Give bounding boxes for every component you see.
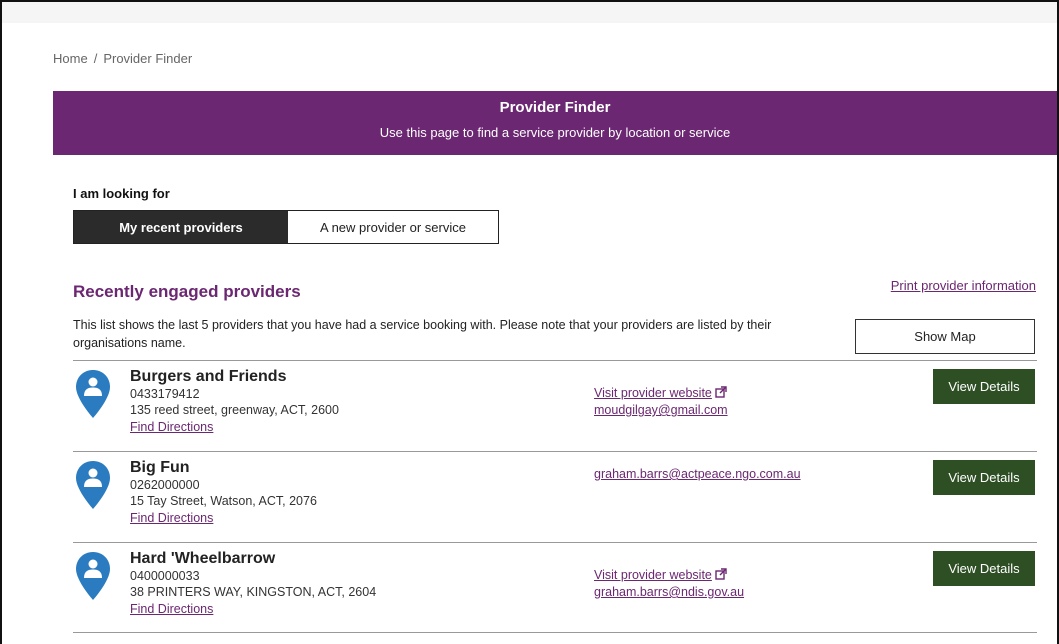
- provider-email-link[interactable]: graham.barrs@actpeace.ngo.com.au: [594, 466, 801, 483]
- breadcrumb: Home / Provider Finder: [53, 51, 192, 66]
- provider-name: Hard 'Wheelbarrow: [130, 550, 276, 567]
- provider-name: Burgers and Friends: [130, 368, 287, 385]
- provider-website-link[interactable]: Visit provider website: [594, 385, 728, 402]
- provider-address: 38 PRINTERS WAY, KINGSTON, ACT, 2604: [130, 585, 377, 599]
- provider-phone: 0433179412: [130, 387, 200, 401]
- provider-links: graham.barrs@actpeace.ngo.com.au: [594, 466, 801, 483]
- section-description: This list shows the last 5 providers tha…: [73, 318, 772, 350]
- location-pin-person-icon: [76, 552, 110, 600]
- find-directions-link[interactable]: Find Directions: [130, 601, 213, 617]
- provider-email-link[interactable]: moudgilgay@gmail.com: [594, 402, 728, 419]
- provider-email-link[interactable]: graham.barrs@ndis.gov.au: [594, 584, 744, 601]
- provider-links: Visit provider website moudgilgay@gmail.…: [594, 385, 728, 419]
- provider-website-link[interactable]: Visit provider website: [594, 567, 744, 584]
- section-title: Recently engaged providers: [73, 282, 301, 301]
- provider-info: Burgers and Friends 0433179412 135 reed …: [130, 367, 339, 436]
- provider-phone: 0400000033: [130, 569, 200, 583]
- location-pin-person-icon: [76, 461, 110, 509]
- external-link-icon: [715, 386, 727, 398]
- show-map-button[interactable]: Show Map: [855, 319, 1035, 354]
- view-details-button[interactable]: View Details: [933, 551, 1035, 586]
- breadcrumb-separator: /: [93, 51, 98, 66]
- my-recent-providers-option[interactable]: My recent providers: [74, 211, 288, 243]
- page-banner: Provider Finder Use this page to find a …: [53, 91, 1057, 155]
- find-directions-link[interactable]: Find Directions: [130, 510, 213, 526]
- breadcrumb-home-link[interactable]: Home: [53, 51, 88, 66]
- website-link-label: Visit provider website: [594, 386, 712, 400]
- find-directions-link[interactable]: Find Directions: [130, 419, 213, 435]
- view-details-button[interactable]: View Details: [933, 369, 1035, 404]
- provider-name: Big Fun: [130, 459, 190, 476]
- external-link-icon: [715, 568, 727, 580]
- view-details-button[interactable]: View Details: [933, 460, 1035, 495]
- provider-links: Visit provider website graham.barrs@ndis…: [594, 567, 744, 601]
- provider-info: Big Fun 0262000000 15 Tay Street, Watson…: [130, 458, 317, 527]
- provider-info: Hard 'Wheelbarrow 0400000033 38 PRINTERS…: [130, 549, 376, 618]
- provider-address: 135 reed street, greenway, ACT, 2600: [130, 403, 339, 417]
- search-mode-toggle: My recent providers A new provider or se…: [73, 210, 499, 244]
- provider-row: Big Fun 0262000000 15 Tay Street, Watson…: [73, 451, 1037, 542]
- new-provider-option[interactable]: A new provider or service: [288, 211, 498, 243]
- page-title: Provider Finder: [499, 99, 611, 116]
- print-provider-info-link[interactable]: Print provider information: [891, 278, 1036, 293]
- provider-list: Burgers and Friends 0433179412 135 reed …: [73, 360, 1037, 633]
- website-link-label: Visit provider website: [594, 568, 712, 582]
- provider-phone: 0262000000: [130, 478, 200, 492]
- provider-address: 15 Tay Street, Watson, ACT, 2076: [130, 494, 317, 508]
- provider-row: Hard 'Wheelbarrow 0400000033 38 PRINTERS…: [73, 542, 1037, 633]
- top-band: [2, 2, 1057, 23]
- provider-row: Burgers and Friends 0433179412 135 reed …: [73, 360, 1037, 451]
- looking-for-label: I am looking for: [73, 186, 170, 201]
- location-pin-person-icon: [76, 370, 110, 418]
- breadcrumb-current: Provider Finder: [103, 51, 193, 66]
- page-subtitle: Use this page to find a service provider…: [379, 125, 731, 140]
